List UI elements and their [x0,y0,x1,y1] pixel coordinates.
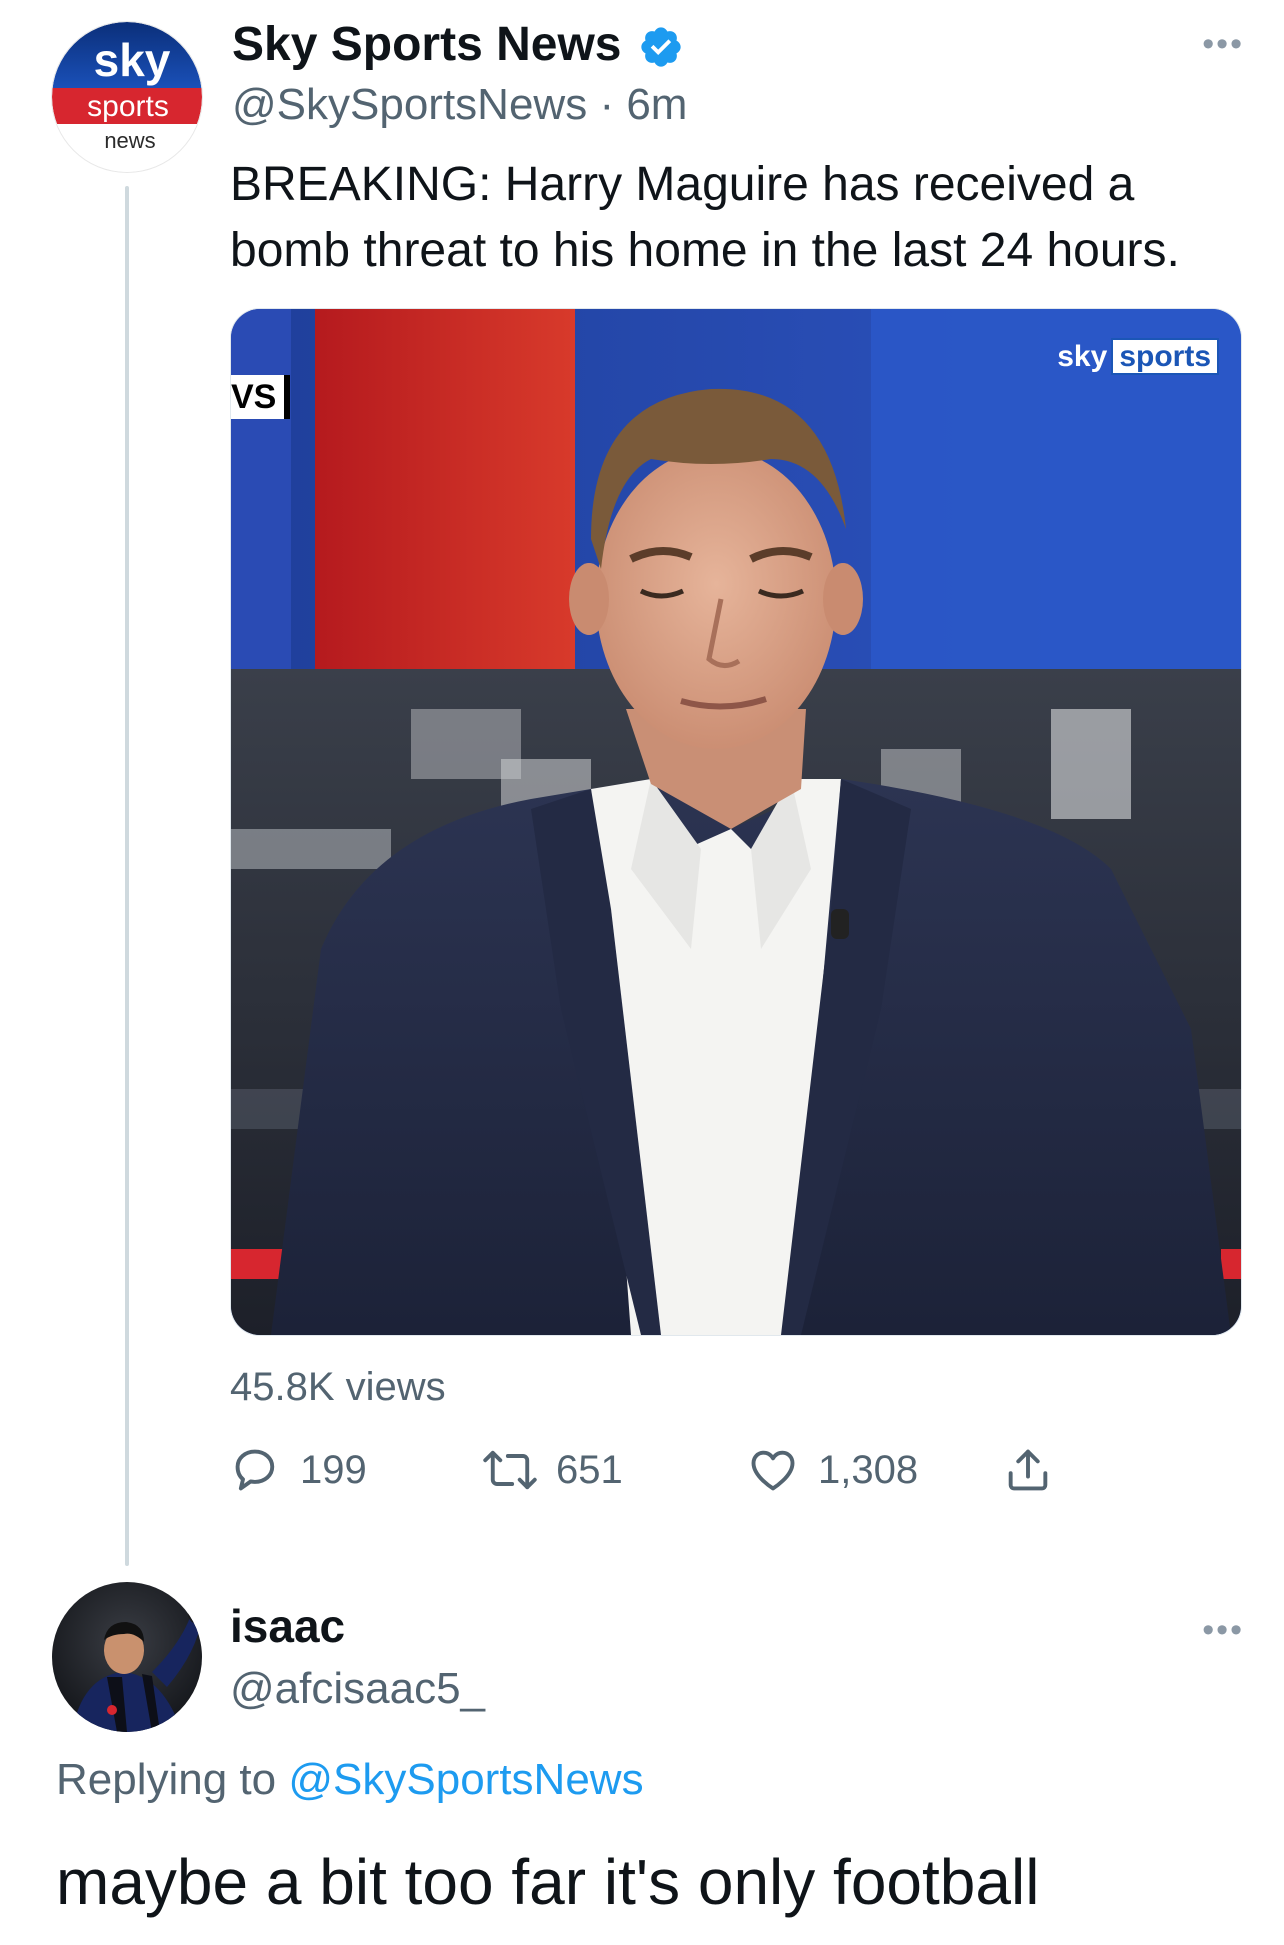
reply-count: 199 [300,1447,367,1492]
like-button[interactable]: 1,308 [746,1440,918,1500]
author-handle[interactable]: @SkySportsNews [232,80,587,129]
more-options-icon[interactable]: ••• [1202,27,1244,61]
replying-to-line: Replying to @SkySportsNews [56,1752,644,1808]
reply-more-options-icon[interactable]: ••• [1202,1613,1244,1647]
share-button[interactable] [1002,1440,1054,1500]
reply-author-name[interactable]: isaac [230,1598,345,1654]
retweet-count: 651 [556,1447,623,1492]
sky-sports-news-logo: sky sports news [52,22,202,172]
tweet-text: BREAKING: Harry Maguire has received a b… [230,158,1180,277]
svg-text:news: news [104,128,155,153]
replying-to-mention[interactable]: @SkySportsNews [288,1755,643,1804]
view-count[interactable]: 45.8K views [230,1362,446,1412]
sky-sports-watermark: sky sports [1057,338,1219,375]
reply-icon [235,1449,275,1491]
author-name[interactable]: Sky Sports News [232,16,621,74]
separator-dot: · [599,80,615,129]
svg-text:sky: sky [94,34,171,86]
verified-badge-icon [641,27,681,67]
retweet-button[interactable]: 651 [482,1440,623,1500]
reply-author-avatar[interactable] [52,1582,202,1732]
reply-author-handle[interactable]: @afcisaac5_ [230,1662,485,1716]
watermark-sports: sports [1111,338,1219,375]
author-handle-time: @SkySportsNews · 6m [232,78,687,132]
channel-tag: VS [231,375,291,419]
heart-icon [751,1450,795,1491]
watermark-sky: sky [1057,340,1108,373]
svg-text:sports: sports [87,90,169,123]
reply-button[interactable]: 199 [230,1440,367,1500]
footballer-avatar-photo [52,1582,202,1732]
thread-connector-line [125,186,129,1566]
author-avatar[interactable]: sky sports news [52,22,202,172]
share-icon [1008,1449,1048,1491]
reply-text: maybe a bit too far it's only football [56,1846,1040,1918]
tweet-media-image[interactable]: VS sky sports [230,308,1242,1336]
retweet-icon [483,1450,537,1490]
replying-to-label: Replying to [56,1755,277,1804]
tweet-time[interactable]: 6m [626,80,687,129]
news-presenter-photo [231,309,1241,1335]
like-count: 1,308 [818,1447,919,1492]
